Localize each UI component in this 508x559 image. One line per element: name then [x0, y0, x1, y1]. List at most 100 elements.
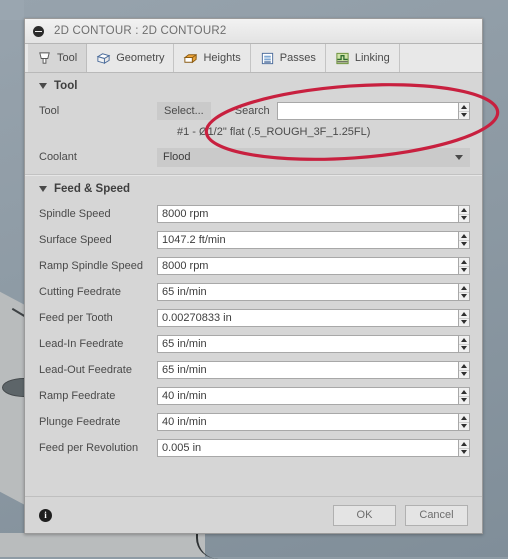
field-group-cutting-feedrate: 65 in/min: [157, 283, 470, 301]
input-feed-per-tooth[interactable]: 0.00270833 in: [157, 309, 458, 327]
spinner-spindle-speed[interactable]: [458, 205, 470, 223]
section-header-tool[interactable]: Tool: [25, 73, 482, 98]
spinner-up-icon[interactable]: [459, 206, 469, 215]
input-surface-speed[interactable]: 1047.2 ft/min: [157, 231, 458, 249]
field-group-spindle-speed: 8000 rpm: [157, 205, 470, 223]
spinner-ramp-spindle-speed[interactable]: [458, 257, 470, 275]
row-feed-per-revolution: Feed per Revolution 0.005 in: [25, 435, 482, 461]
input-spindle-speed[interactable]: 8000 rpm: [157, 205, 458, 223]
field-group-ramp-spindle-speed: 8000 rpm: [157, 257, 470, 275]
tab-geometry[interactable]: Geometry: [87, 44, 175, 72]
field-group-feed-per-tooth: 0.00270833 in: [157, 309, 470, 327]
tab-linking[interactable]: Linking: [326, 44, 400, 72]
field-group-feed-per-revolution: 0.005 in: [157, 439, 470, 457]
row-cutting-feedrate: Cutting Feedrate 65 in/min: [25, 279, 482, 305]
spinner-down-icon[interactable]: [459, 292, 469, 300]
input-ramp-spindle-speed[interactable]: 8000 rpm: [157, 257, 458, 275]
section-header-feed-speed[interactable]: Feed & Speed: [25, 176, 482, 201]
triangle-down-icon: [39, 186, 47, 192]
spinner-up-icon[interactable]: [459, 414, 469, 423]
model-top-sliver: [0, 0, 24, 20]
circle-minus-icon[interactable]: [33, 25, 44, 37]
spinner-down-icon[interactable]: [459, 214, 469, 222]
spinner-up-icon[interactable]: [459, 362, 469, 371]
spinner-down-icon[interactable]: [459, 448, 469, 456]
tab-tool[interactable]: Tool: [28, 44, 88, 72]
section-title-tool: Tool: [54, 80, 78, 92]
label-spindle-speed: Spindle Speed: [39, 208, 111, 220]
row-surface-speed: Surface Speed 1047.2 ft/min: [25, 227, 482, 253]
page-title: 2D CONTOUR : 2D CONTOUR2: [54, 25, 227, 37]
search-field-group: [276, 102, 470, 120]
chevron-down-icon: [455, 154, 463, 160]
input-plunge-feedrate[interactable]: 40 in/min: [157, 413, 458, 431]
tab-heights[interactable]: Heights: [174, 44, 251, 72]
spinner-feed-per-tooth[interactable]: [458, 309, 470, 327]
tab-geometry-label: Geometry: [116, 52, 165, 64]
label-tool: Tool: [39, 105, 60, 117]
input-feed-per-revolution[interactable]: 0.005 in: [157, 439, 458, 457]
spinner-up-icon[interactable]: [459, 258, 469, 267]
field-group-lead-out-feedrate: 65 in/min: [157, 361, 470, 379]
label-surface-speed: Surface Speed: [39, 234, 112, 246]
spinner-up-icon[interactable]: [459, 232, 469, 241]
spinner-ramp-feedrate[interactable]: [458, 387, 470, 405]
row-plunge-feedrate: Plunge Feedrate 40 in/min: [25, 409, 482, 435]
section-title-feed-speed: Feed & Speed: [54, 183, 131, 195]
spinner-cutting-feedrate[interactable]: [458, 283, 470, 301]
tool-description: #1 - Ø1/2" flat (.5_ROUGH_3F_1.25FL): [177, 126, 371, 138]
label-feed-per-revolution: Feed per Revolution: [39, 442, 139, 454]
spinner-up-icon[interactable]: [459, 336, 469, 345]
spinner-down-icon[interactable]: [459, 111, 469, 119]
tool-endmill-icon: [37, 51, 52, 66]
spinner-up-icon[interactable]: [459, 284, 469, 293]
spinner-down-icon[interactable]: [459, 240, 469, 248]
operation-dialog: 2D CONTOUR : 2D CONTOUR2 Tool Geometry H…: [24, 18, 483, 534]
spinner-down-icon[interactable]: [459, 396, 469, 404]
spinner-feed-per-revolution[interactable]: [458, 439, 470, 457]
linking-step-icon: [335, 51, 350, 66]
input-lead-out-feedrate[interactable]: 65 in/min: [157, 361, 458, 379]
row-ramp-spindle-speed: Ramp Spindle Speed 8000 rpm: [25, 253, 482, 279]
input-cutting-feedrate[interactable]: 65 in/min: [157, 283, 458, 301]
row-spindle-speed: Spindle Speed 8000 rpm: [25, 201, 482, 227]
spinner-up-icon[interactable]: [459, 310, 469, 319]
spinner-surface-speed[interactable]: [458, 231, 470, 249]
spinner-lead-out-feedrate[interactable]: [458, 361, 470, 379]
row-tool: Tool Select... Search: [25, 98, 482, 124]
label-ramp-feedrate: Ramp Feedrate: [39, 390, 116, 402]
info-icon[interactable]: i: [39, 508, 52, 522]
spinner-down-icon[interactable]: [459, 344, 469, 352]
tab-linking-label: Linking: [354, 52, 390, 64]
spinner-plunge-feedrate[interactable]: [458, 413, 470, 431]
spinner-up-icon[interactable]: [459, 388, 469, 397]
cancel-button[interactable]: Cancel: [405, 504, 468, 526]
spinner-lead-in-feedrate[interactable]: [458, 335, 470, 353]
row-lead-out-feedrate: Lead-Out Feedrate 65 in/min: [25, 357, 482, 383]
input-lead-in-feedrate[interactable]: 65 in/min: [157, 335, 458, 353]
ok-button[interactable]: OK: [333, 504, 396, 526]
spinner-up-icon[interactable]: [459, 440, 469, 449]
triangle-down-icon: [39, 83, 47, 89]
tab-heights-label: Heights: [203, 52, 241, 64]
input-ramp-feedrate[interactable]: 40 in/min: [157, 387, 458, 405]
dialog-footer: i OK Cancel: [25, 496, 482, 533]
geometry-cube-icon: [96, 51, 111, 66]
spinner-down-icon[interactable]: [459, 318, 469, 326]
label-lead-in-feedrate: Lead-In Feedrate: [39, 338, 124, 350]
spinner-down-icon[interactable]: [459, 370, 469, 378]
search-spinner[interactable]: [458, 102, 470, 120]
select-tool-button[interactable]: Select...: [157, 102, 211, 120]
search-input[interactable]: [276, 102, 458, 120]
tab-passes[interactable]: Passes: [251, 44, 326, 72]
spinner-down-icon[interactable]: [459, 266, 469, 274]
field-group-surface-speed: 1047.2 ft/min: [157, 231, 470, 249]
label-search: Search: [234, 105, 270, 117]
field-group-lead-in-feedrate: 65 in/min: [157, 335, 470, 353]
spinner-up-icon[interactable]: [459, 103, 469, 112]
label-feed-per-tooth: Feed per Tooth: [39, 312, 113, 324]
heights-block-icon: [183, 51, 198, 66]
spinner-down-icon[interactable]: [459, 422, 469, 430]
coolant-select[interactable]: Flood: [157, 147, 470, 167]
label-plunge-feedrate: Plunge Feedrate: [39, 416, 121, 428]
